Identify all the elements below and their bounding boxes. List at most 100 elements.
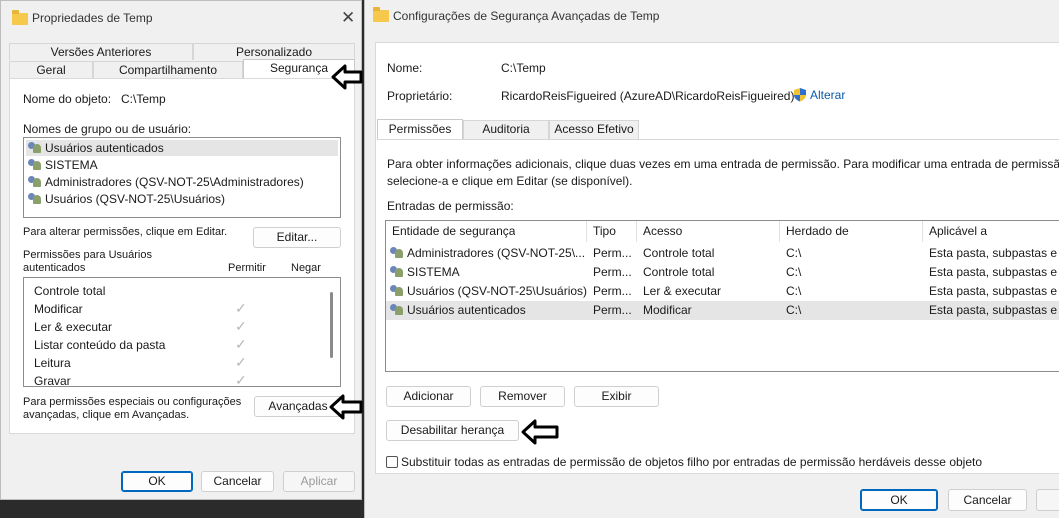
owner-label: Proprietário: xyxy=(387,89,453,103)
permissions-for-label-line1: Permissões para Usuários xyxy=(23,249,152,261)
dialog-title: Propriedades de Temp xyxy=(32,11,153,25)
cell-type: Perm... xyxy=(593,265,632,279)
cell-applies: Esta pasta, subpastas e arq xyxy=(929,284,1059,298)
column-separator xyxy=(922,221,923,242)
list-item[interactable]: Usuários (QSV-NOT-25\Usuários) xyxy=(28,191,225,207)
view-button[interactable]: Exibir xyxy=(574,386,659,407)
permission-row: Gravar xyxy=(34,373,71,387)
table-row[interactable]: Usuários autenticados Perm... Modificar C:\… xyxy=(386,301,1059,320)
permission-name: Gravar xyxy=(34,374,71,387)
advanced-security-dialog: Configurações de Segurança Avançadas de … xyxy=(364,0,1059,518)
arrow-annotation-icon xyxy=(521,419,559,445)
advanced-hint-line1: Para permissões especiais ou configuraçõ… xyxy=(23,396,242,408)
cell-principal: Administradores (QSV-NOT-25\... xyxy=(390,244,588,263)
cell-applies: Esta pasta, subpastas e arq xyxy=(929,265,1059,279)
close-icon[interactable]: ✕ xyxy=(341,9,355,26)
arrow-annotation-icon xyxy=(329,394,363,420)
permission-row: Listar conteúdo da pasta xyxy=(34,337,165,353)
permissions-for-label-line2: autenticados xyxy=(23,262,86,274)
scrollbar-thumb[interactable] xyxy=(330,292,333,358)
permission-row: Ler & executar xyxy=(34,319,112,335)
users-icon xyxy=(28,193,42,204)
info-text-line1: Para obter informações adicionais, cliqu… xyxy=(387,157,1059,171)
tab-acesso-efetivo[interactable]: Acesso Efetivo xyxy=(549,120,639,139)
permission-name: Modificar xyxy=(34,302,83,316)
permission-row: Controle total xyxy=(34,283,105,299)
allow-check-icon: ✓ xyxy=(235,354,247,370)
change-owner-link[interactable]: Alterar xyxy=(793,87,845,102)
col-header-type[interactable]: Tipo xyxy=(593,222,616,241)
list-item[interactable]: SISTEMA xyxy=(28,157,98,173)
tab-geral[interactable]: Geral xyxy=(9,61,93,78)
permission-name: Leitura xyxy=(34,356,71,370)
object-name-label: Nome do objeto: xyxy=(23,92,112,106)
remove-button[interactable]: Remover xyxy=(480,386,565,407)
tab-permissoes[interactable]: Permissões xyxy=(377,119,463,140)
cell-principal: SISTEMA xyxy=(390,263,588,282)
table-row[interactable]: Administradores (QSV-NOT-25\... Perm... Co… xyxy=(386,244,1059,263)
allow-header: Permitir xyxy=(228,262,266,274)
change-link-text: Alterar xyxy=(810,88,846,102)
col-header-applies[interactable]: Aplicável a xyxy=(929,222,987,241)
cell-type: Perm... xyxy=(593,303,632,317)
ok-button[interactable]: OK xyxy=(860,489,938,511)
edit-hint: Para alterar permissões, clique em Edita… xyxy=(23,226,228,238)
replace-child-permissions-checkbox[interactable] xyxy=(386,456,398,468)
allow-check-icon: ✓ xyxy=(235,318,247,334)
col-header-principal[interactable]: Entidade de segurança xyxy=(392,222,515,241)
list-item[interactable]: Usuários autenticados xyxy=(26,140,338,156)
cancel-button[interactable]: Cancelar xyxy=(948,489,1027,511)
permission-name: Controle total xyxy=(34,284,106,298)
tab-personalizado[interactable]: Personalizado xyxy=(193,43,355,60)
principal-name: Usuários autenticados xyxy=(407,303,526,317)
advanced-hint-line2: avançadas, clique em Avançadas. xyxy=(23,409,190,421)
owner-value: RicardoReisFigueired (AzureAD\RicardoRei… xyxy=(501,89,795,103)
permission-name: Listar conteúdo da pasta xyxy=(34,338,166,352)
info-text-line2: selecione-a e clique em Editar (se dispo… xyxy=(387,174,633,188)
groups-label: Nomes de grupo ou de usuário: xyxy=(23,122,192,136)
edit-button[interactable]: Editar... xyxy=(253,227,341,248)
cell-access: Controle total xyxy=(643,265,715,279)
table-row[interactable]: SISTEMA Perm... Controle total C:\ Esta past… xyxy=(386,263,1059,282)
group-name: Usuários autenticados xyxy=(45,141,164,155)
tab-versoes-anteriores[interactable]: Versões Anteriores xyxy=(9,43,193,60)
table-row[interactable]: Usuários (QSV-NOT-25\Usuários) Perm... Ler… xyxy=(386,282,1059,301)
deny-header: Negar xyxy=(291,262,321,274)
cell-access: Modificar xyxy=(643,303,692,317)
users-icon xyxy=(28,142,42,153)
tab-compartilhamento[interactable]: Compartilhamento xyxy=(93,61,243,78)
list-item[interactable]: Administradores (QSV-NOT-25\Administrado… xyxy=(28,174,304,190)
disable-inheritance-button[interactable]: Desabilitar herança xyxy=(386,420,519,441)
permissions-list: Controle total Modificar ✓ Ler & executar ✓ L… xyxy=(23,277,341,387)
col-header-inherited[interactable]: Herdado de xyxy=(786,222,849,241)
apply-button-partial[interactable] xyxy=(1036,489,1059,511)
cell-type: Perm... xyxy=(593,246,632,260)
cell-applies: Esta pasta, subpastas e arq xyxy=(929,246,1059,260)
apply-button[interactable]: Aplicar xyxy=(283,471,355,492)
cell-inherited: C:\ xyxy=(786,265,802,279)
allow-check-icon: ✓ xyxy=(235,300,247,316)
uac-shield-icon xyxy=(794,88,806,102)
principal-name: Usuários (QSV-NOT-25\Usuários) xyxy=(407,284,588,298)
col-header-access[interactable]: Acesso xyxy=(643,222,682,241)
principal-name: Administradores (QSV-NOT-25\... xyxy=(407,246,586,260)
cell-principal: Usuários (QSV-NOT-25\Usuários) xyxy=(390,282,588,301)
groups-list[interactable]: Usuários autenticados SISTEMA Administra… xyxy=(23,137,341,218)
dialog-title: Configurações de Segurança Avançadas de … xyxy=(393,9,660,23)
permission-name: Ler & executar xyxy=(34,320,113,334)
folder-icon xyxy=(12,10,28,25)
cell-access: Ler & executar xyxy=(643,284,722,298)
add-button[interactable]: Adicionar xyxy=(386,386,471,407)
tab-auditoria[interactable]: Auditoria xyxy=(463,120,549,139)
cell-principal: Usuários autenticados xyxy=(390,301,588,320)
column-separator xyxy=(586,221,587,242)
cell-access: Controle total xyxy=(643,246,715,260)
ok-button[interactable]: OK xyxy=(121,471,193,492)
allow-check-icon: ✓ xyxy=(235,372,247,387)
users-icon xyxy=(390,304,404,315)
permission-row: Modificar xyxy=(34,301,83,317)
allow-check-icon: ✓ xyxy=(235,336,247,352)
cancel-button[interactable]: Cancelar xyxy=(201,471,274,492)
users-icon xyxy=(390,266,404,277)
cell-applies: Esta pasta, subpastas e arq xyxy=(929,303,1059,317)
